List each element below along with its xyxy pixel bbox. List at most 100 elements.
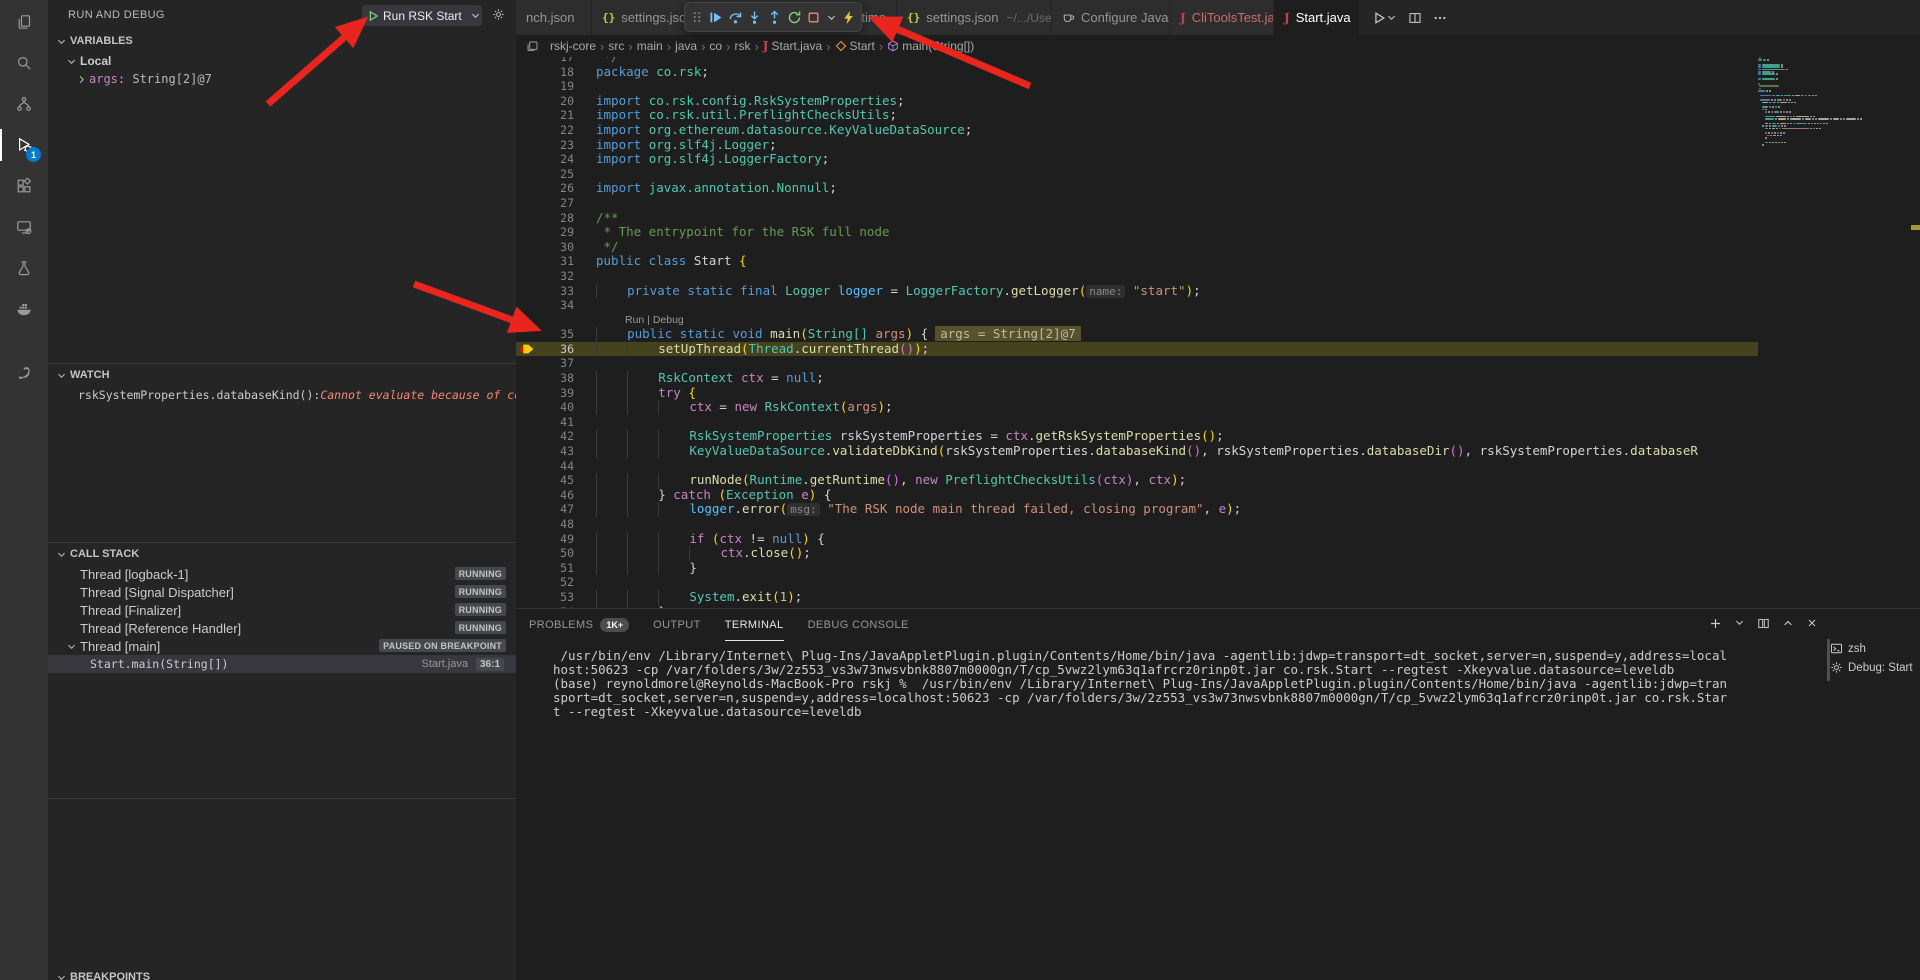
close-icon[interactable] [1806,617,1818,630]
line-number[interactable]: 30 [516,240,574,255]
more-icon[interactable] [1433,11,1447,25]
line-number[interactable]: 22 [516,123,574,138]
code-line[interactable]: 30 */ [516,240,1920,255]
code-line[interactable]: 43 KeyValueDataSource.validateDbKind(rsk… [516,444,1920,459]
gear-icon[interactable] [492,8,505,21]
line-number[interactable]: 53 [516,590,574,605]
code-line[interactable]: 40 ctx = new RskContext(args); [516,400,1920,415]
line-number[interactable]: 29 [516,225,574,240]
stack-frame-row[interactable]: Start.main(String[]) Start.java36:1 [48,655,516,673]
breakpoints-section[interactable]: BREAKPOINTS [48,966,516,980]
thread-row[interactable]: Thread [Reference Handler]RUNNING [48,619,516,637]
line-number[interactable]: 35 [516,327,574,342]
breadcrumb-item[interactable]: main(String[]) [887,39,974,53]
line-number[interactable]: 51 [516,561,574,576]
activity-item-explorer[interactable] [0,3,48,41]
code-line[interactable]: 20import co.rsk.config.RskSystemProperti… [516,94,1920,109]
codelens[interactable]: Run | Debug [625,313,684,328]
chevron-up-icon[interactable] [1782,617,1794,630]
line-number[interactable]: 41 [516,415,574,430]
activity-item-run-and-debug[interactable]: 1 [0,126,48,164]
run-config-dropdown[interactable]: Run RSK Start [362,5,482,26]
activity-item-testing[interactable] [0,249,48,287]
line-number[interactable]: 36 [516,342,574,357]
watch-row[interactable]: rskSystemProperties.databaseKind(): Cann… [48,386,516,404]
line-number[interactable]: 49 [516,532,574,547]
code-line[interactable]: 35 public static void main(String[] args… [516,327,1920,342]
tab-settings-json[interactable]: {}settings.json~/.../User [897,0,1052,35]
panel-tab-output[interactable]: OUTPUT [653,609,701,641]
code-line[interactable]: 19 [516,79,1920,94]
code-line[interactable]: 28/** [516,211,1920,226]
stop-icon[interactable] [806,10,821,25]
line-number[interactable]: 52 [516,575,574,590]
line-number[interactable]: 45 [516,473,574,488]
line-number[interactable]: 47 [516,502,574,517]
code-line[interactable]: 17 */ [516,57,1920,65]
line-number[interactable]: 32 [516,269,574,284]
tab-clitoolstest-java[interactable]: JCliToolsTest.java [1170,0,1274,35]
thread-row[interactable]: Thread [Finalizer]RUNNING [48,601,516,619]
code-line[interactable]: 21import co.rsk.util.PreflightChecksUtil… [516,108,1920,123]
code-line[interactable]: 51 } [516,561,1920,576]
chevron-down-icon[interactable] [826,12,837,23]
code-line[interactable]: 45 runNode(Runtime.getRuntime(), new Pre… [516,473,1920,488]
run-java-icon[interactable] [1372,11,1397,25]
code-line[interactable]: 22import org.ethereum.datasource.KeyValu… [516,123,1920,138]
tab-start-java[interactable]: JStart.java [1274,0,1360,35]
minimap[interactable] [1758,57,1862,608]
thread-row[interactable]: Thread [main]PAUSED ON BREAKPOINT [48,637,516,655]
code-line[interactable]: 27 [516,196,1920,211]
activity-item-extensions[interactable] [0,167,48,205]
code-line[interactable]: 18package co.rsk; [516,65,1920,80]
step-out-icon[interactable] [767,10,782,25]
chevron-down-icon[interactable] [470,10,481,21]
editor-layout-icon[interactable] [526,40,539,53]
line-number[interactable]: 20 [516,94,574,109]
line-number[interactable]: 34 [516,298,574,313]
breadcrumb-item[interactable]: Start [835,39,875,53]
split-icon[interactable] [1757,617,1770,630]
code-line[interactable]: 26import javax.annotation.Nonnull; [516,181,1920,196]
line-number[interactable]: 26 [516,181,574,196]
code-line[interactable]: 47 logger.error(msg: "The RSK node main … [516,502,1920,517]
breadcrumb-item[interactable]: main [637,39,663,53]
line-number[interactable]: 28 [516,211,574,226]
line-number[interactable]: 37 [516,356,574,371]
codelens-row[interactable]: Run | Debug [516,313,1920,328]
code-line[interactable]: 37 [516,356,1920,371]
line-number[interactable]: 48 [516,517,574,532]
code-editor[interactable]: 17 */18package co.rsk;1920import co.rsk.… [516,57,1920,608]
line-number[interactable]: 31 [516,254,574,269]
code-line[interactable]: 50 ctx.close(); [516,546,1920,561]
terminal-output[interactable]: /usr/bin/env /Library/Internet\ Plug-Ins… [553,649,1816,719]
code-line[interactable]: 33 private static final Logger logger = … [516,284,1920,299]
line-number[interactable]: 24 [516,152,574,167]
code-line[interactable]: 31public class Start { [516,254,1920,269]
thread-row[interactable]: Thread [logback-1]RUNNING [48,565,516,583]
activity-item-search[interactable] [0,44,48,82]
code-line[interactable]: 38 RskContext ctx = null; [516,371,1920,386]
line-number[interactable]: 38 [516,371,574,386]
terminal-list-item[interactable]: zsh [1826,639,1916,658]
code-line[interactable]: 39 try { [516,386,1920,401]
plus-icon[interactable] [1709,617,1722,630]
overview-ruler[interactable] [1911,57,1920,608]
tab-nch-json[interactable]: nch.json [516,0,592,35]
watch-header[interactable]: WATCH [48,364,516,386]
line-number[interactable]: 25 [516,167,574,182]
variables-header[interactable]: VARIABLES [48,30,516,52]
line-number[interactable]: 23 [516,138,574,153]
line-number[interactable]: 50 [516,546,574,561]
step-over-icon[interactable] [728,10,743,25]
hot-code-replace-icon[interactable] [841,10,856,25]
line-number[interactable]: 40 [516,400,574,415]
line-number[interactable]: 18 [516,65,574,80]
variable-row[interactable]: args: String[2]@7 [48,70,516,88]
code-line[interactable]: 52 [516,575,1920,590]
activity-item-docker[interactable] [0,290,48,328]
terminal-list-item[interactable]: Debug: Start [1826,658,1916,677]
panel-tab-problems[interactable]: PROBLEMS1K+ [529,609,629,641]
code-line[interactable]: 48 [516,517,1920,532]
tab-settings-json[interactable]: {}settings.json [592,0,692,35]
